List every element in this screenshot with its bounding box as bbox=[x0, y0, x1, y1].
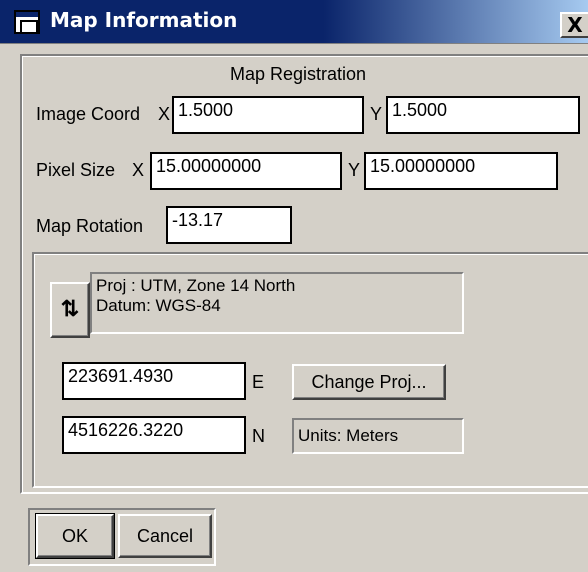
image-coord-x-label: X bbox=[158, 104, 171, 124]
pixel-size-label: Pixel Size bbox=[36, 160, 116, 180]
projection-info-box: Proj : UTM, Zone 14 North Datum: WGS-84 bbox=[90, 272, 464, 334]
map-registration-heading: Map Registration bbox=[230, 64, 367, 84]
northing-field[interactable]: 4516226.3220 bbox=[62, 416, 246, 454]
image-coord-label: Image Coord bbox=[36, 104, 141, 124]
pixel-size-x-label: X bbox=[132, 160, 145, 180]
pixel-size-y-label: Y bbox=[348, 160, 361, 180]
swap-arrows-icon: ⇅ bbox=[60, 296, 80, 321]
ok-button[interactable]: OK bbox=[35, 513, 115, 559]
change-proj-button[interactable]: Change Proj... bbox=[292, 364, 446, 400]
map-rotation-field[interactable]: -13.17 bbox=[166, 206, 292, 244]
pixel-size-x-field[interactable]: 15.00000000 bbox=[150, 152, 342, 190]
easting-field[interactable]: 223691.4930 bbox=[62, 362, 246, 400]
pixel-size-y-field[interactable]: 15.00000000 bbox=[364, 152, 558, 190]
units-box: Units: Meters bbox=[292, 418, 464, 454]
title-bar[interactable]: Map Information X bbox=[0, 0, 588, 44]
window-title: Map Information bbox=[50, 8, 238, 32]
projection-line: Proj : UTM, Zone 14 North bbox=[96, 276, 296, 295]
map-window-icon bbox=[14, 10, 40, 34]
swap-arrows-button[interactable]: ⇅ bbox=[50, 282, 90, 338]
close-button[interactable]: X bbox=[560, 12, 588, 38]
map-rotation-label: Map Rotation bbox=[36, 216, 144, 236]
image-coord-y-label: Y bbox=[370, 104, 383, 124]
image-coord-y-field[interactable]: 1.5000 bbox=[386, 96, 580, 134]
datum-line: Datum: WGS-84 bbox=[96, 296, 221, 315]
northing-label: N bbox=[252, 426, 265, 446]
cancel-button[interactable]: Cancel bbox=[118, 514, 212, 558]
easting-label: E bbox=[252, 372, 265, 392]
image-coord-x-field[interactable]: 1.5000 bbox=[172, 96, 364, 134]
